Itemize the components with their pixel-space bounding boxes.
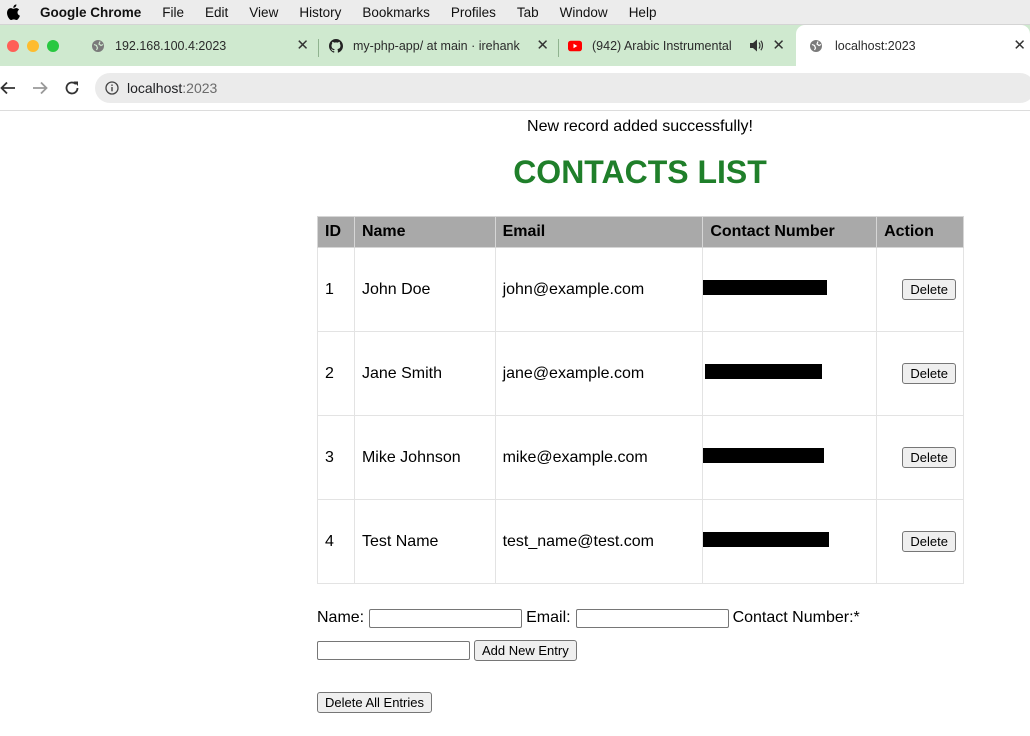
redaction-bar bbox=[703, 279, 828, 295]
name-input[interactable] bbox=[369, 608, 523, 628]
redaction-bar bbox=[703, 531, 830, 547]
page-title: CONTACTS LIST bbox=[513, 154, 767, 190]
tab-title: localhost:2023 bbox=[835, 38, 916, 53]
forward-arrow-icon[interactable] bbox=[30, 78, 50, 98]
contacts-table: ID Name Email Contact Number Action 1 Jo… bbox=[317, 216, 964, 584]
cell-id: 3 bbox=[317, 415, 355, 500]
tab-youtube[interactable]: (942) Arabic Instrumental ✕ bbox=[560, 25, 794, 66]
delete-button[interactable]: Delete bbox=[902, 447, 956, 468]
redaction-bar bbox=[703, 447, 825, 463]
cell-email: john@example.com bbox=[494, 247, 704, 332]
email-label: Email: bbox=[526, 609, 571, 626]
table-row: 4 Test Name test_name@test.com Delete bbox=[317, 499, 964, 584]
table-row: 2 Jane Smith jane@example.com Delete bbox=[317, 331, 964, 416]
tab-github-repo[interactable]: my-php-app/ at main · irehank ✕ bbox=[320, 25, 558, 66]
contact-number-label: Contact Number:* bbox=[732, 609, 860, 626]
reload-icon[interactable] bbox=[62, 78, 82, 98]
tab-title: 192.168.100.4:2023 bbox=[115, 38, 227, 53]
contact-number-input[interactable] bbox=[317, 640, 470, 660]
close-tab-icon[interactable]: ✕ bbox=[296, 38, 309, 53]
email-input[interactable] bbox=[575, 608, 729, 628]
tab-title: (942) Arabic Instrumental bbox=[592, 38, 732, 53]
column-header-action: Action bbox=[876, 216, 964, 248]
menu-bookmarks[interactable]: Bookmarks bbox=[362, 5, 430, 20]
success-message: New record added successfully! bbox=[527, 118, 753, 135]
cell-id: 4 bbox=[317, 499, 355, 584]
github-icon bbox=[329, 38, 343, 53]
close-tab-icon[interactable]: ✕ bbox=[536, 38, 549, 53]
menu-help[interactable]: Help bbox=[629, 5, 657, 20]
cell-contact-number bbox=[702, 499, 878, 584]
cell-name: Mike Johnson bbox=[353, 415, 496, 500]
apple-icon[interactable] bbox=[6, 4, 20, 20]
menu-app-name[interactable]: Google Chrome bbox=[40, 5, 141, 20]
cell-contact-number bbox=[702, 247, 878, 332]
cell-action: Delete bbox=[876, 499, 964, 584]
add-entry-form: Name: Email: Contact Number:* Add New En… bbox=[317, 607, 997, 661]
table-row: 3 Mike Johnson mike@example.com Delete bbox=[317, 415, 964, 500]
globe-icon bbox=[91, 39, 105, 53]
cell-action: Delete bbox=[876, 331, 964, 416]
url-text: localhost:2023 bbox=[127, 80, 218, 96]
delete-button[interactable]: Delete bbox=[902, 279, 956, 300]
cell-email: test_name@test.com bbox=[494, 499, 704, 584]
cell-action: Delete bbox=[876, 415, 964, 500]
cell-contact-number bbox=[702, 415, 878, 500]
delete-button[interactable]: Delete bbox=[902, 531, 956, 552]
form-row-2: Add New Entry bbox=[317, 639, 997, 661]
menu-edit[interactable]: Edit bbox=[205, 5, 228, 20]
cell-name: John Doe bbox=[353, 247, 496, 332]
back-arrow-icon[interactable] bbox=[0, 78, 18, 98]
menu-view[interactable]: View bbox=[249, 5, 278, 20]
redaction-bar bbox=[705, 363, 823, 379]
delete-all-entries-button[interactable]: Delete All Entries bbox=[317, 692, 432, 713]
delete-button[interactable]: Delete bbox=[902, 363, 956, 384]
menu-profiles[interactable]: Profiles bbox=[451, 5, 496, 20]
tab-title: my-php-app/ at main · irehank bbox=[353, 38, 520, 53]
address-bar[interactable]: localhost:2023 bbox=[95, 73, 1030, 103]
cell-contact-number bbox=[702, 331, 878, 416]
menu-tab[interactable]: Tab bbox=[517, 5, 539, 20]
close-tab-icon[interactable]: ✕ bbox=[1013, 38, 1026, 53]
name-label: Name: bbox=[317, 609, 365, 626]
web-page: New record added successfully! CONTACTS … bbox=[0, 111, 1030, 736]
column-header-contact-number: Contact Number bbox=[702, 216, 878, 248]
menu-window[interactable]: Window bbox=[560, 5, 608, 20]
minimize-window-button[interactable] bbox=[27, 40, 39, 52]
cell-name: Jane Smith bbox=[353, 331, 496, 416]
cell-id: 2 bbox=[317, 331, 355, 416]
cell-email: jane@example.com bbox=[494, 331, 704, 416]
close-window-button[interactable] bbox=[7, 40, 19, 52]
menu-file[interactable]: File bbox=[162, 5, 184, 20]
globe-icon bbox=[809, 39, 823, 53]
column-header-email: Email bbox=[494, 216, 704, 248]
zoom-window-button[interactable] bbox=[47, 40, 59, 52]
tab-localhost-active[interactable]: localhost:2023 ✕ bbox=[796, 25, 1030, 66]
cell-action: Delete bbox=[876, 247, 964, 332]
youtube-icon bbox=[568, 39, 582, 53]
tab-192-168-100-4[interactable]: 192.168.100.4:2023 ✕ bbox=[82, 25, 318, 66]
speaker-icon[interactable] bbox=[749, 39, 764, 55]
cell-email: mike@example.com bbox=[494, 415, 704, 500]
macos-menu-bar: Google Chrome File Edit View History Boo… bbox=[0, 0, 1030, 25]
close-tab-icon[interactable]: ✕ bbox=[772, 38, 785, 53]
tab-strip: 192.168.100.4:2023 ✕ my-php-app/ at main… bbox=[0, 25, 1030, 66]
table-row: 1 John Doe john@example.com Delete bbox=[317, 247, 964, 332]
add-new-entry-button[interactable]: Add New Entry bbox=[474, 639, 577, 661]
cell-name: Test Name bbox=[353, 499, 496, 584]
cell-id: 1 bbox=[317, 247, 355, 332]
column-header-id: ID bbox=[317, 216, 355, 248]
info-icon[interactable] bbox=[105, 81, 119, 95]
form-row-1: Name: Email: Contact Number:* bbox=[317, 607, 997, 629]
column-header-name: Name bbox=[353, 216, 496, 248]
table-header-row: ID Name Email Contact Number Action bbox=[317, 216, 964, 248]
menu-history[interactable]: History bbox=[299, 5, 341, 20]
browser-toolbar: localhost:2023 bbox=[0, 66, 1030, 111]
